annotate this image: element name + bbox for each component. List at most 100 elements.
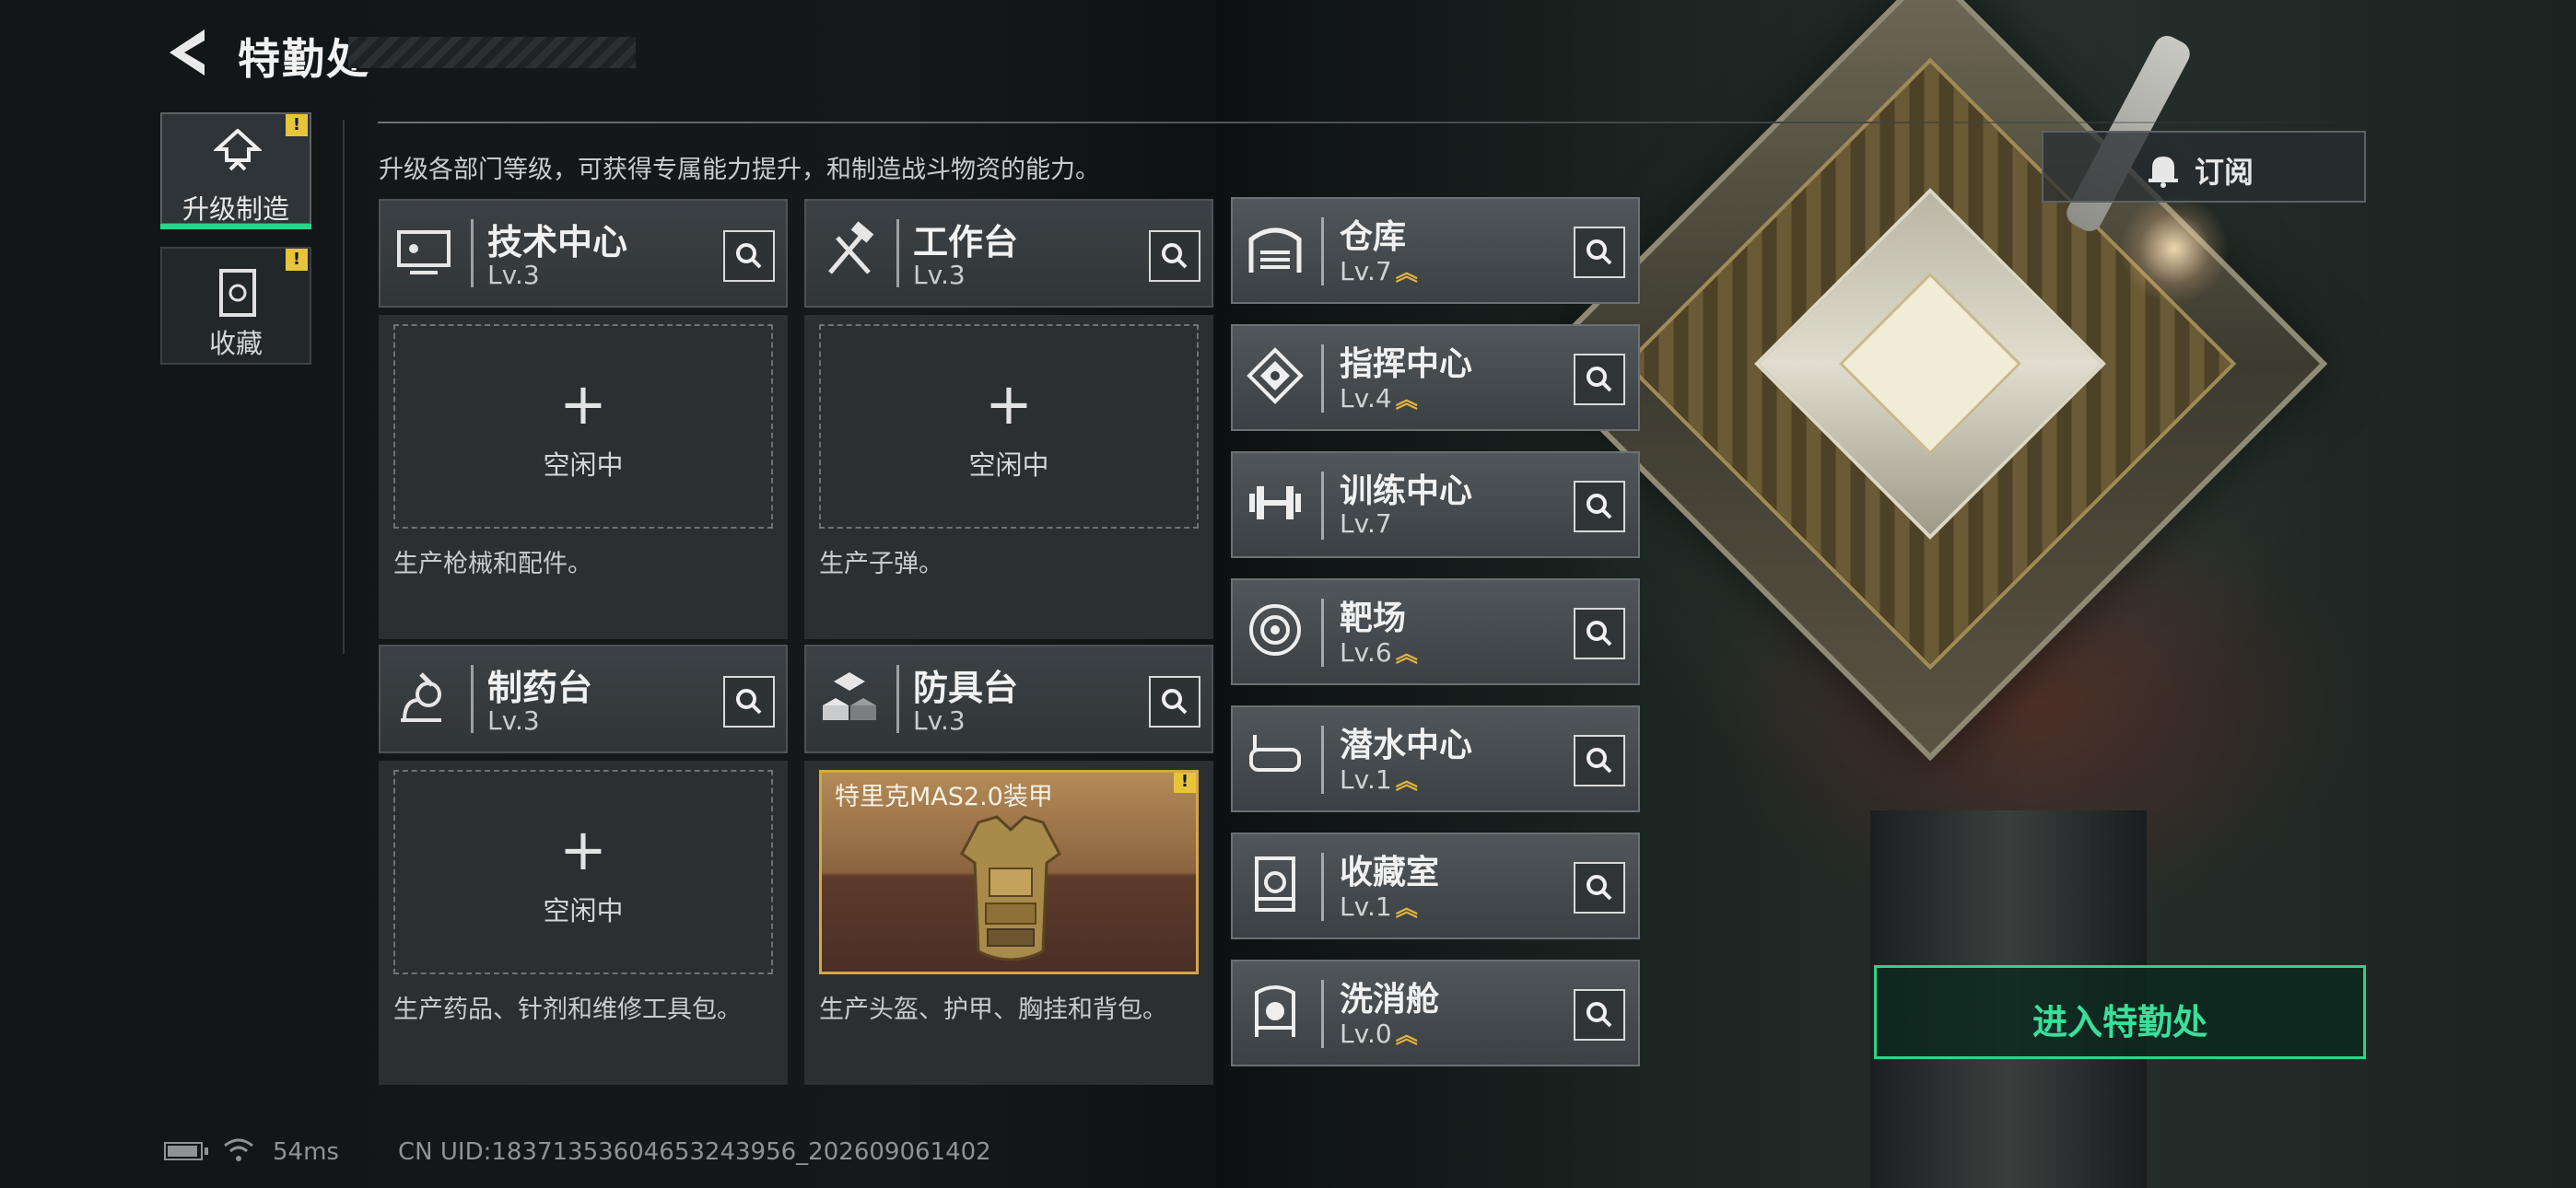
- diving-mask-icon: [1249, 735, 1301, 772]
- inspect-button[interactable]: [723, 230, 775, 282]
- search-icon: [1162, 689, 1188, 715]
- search-icon: [736, 243, 762, 269]
- tab-collection-label: 收藏: [208, 328, 263, 359]
- facility-description: 生产枪械和配件。: [393, 550, 592, 578]
- user-uid: CN UID:18371353604653243956_202609061402: [398, 1138, 991, 1166]
- facility-level: Lv.3: [487, 260, 540, 290]
- card-header[interactable]: 技术中心 Lv.3: [379, 199, 788, 308]
- active-tab-indicator: [160, 224, 311, 229]
- inspect-button[interactable]: [1574, 354, 1625, 405]
- facility-name: 指挥中心: [1340, 345, 1473, 383]
- monitor-icon: [397, 230, 451, 274]
- facility-command-center[interactable]: 指挥中心 Lv.4 ︽: [1231, 324, 1640, 431]
- tab-collection[interactable]: 收藏 !: [160, 247, 311, 365]
- facility-level-row: Lv.1 ︽: [1340, 890, 1418, 922]
- facility-name: 工作台: [913, 222, 1019, 262]
- decontamination-booth-icon: [1255, 985, 1295, 1037]
- enter-special-ops-label: 进入特勤处: [2032, 1002, 2207, 1042]
- card-header[interactable]: 工作台 Lv.3: [804, 199, 1213, 308]
- tab-upgrade-craft-label: 升级制造: [181, 193, 289, 225]
- collection-cabinet-icon: [219, 269, 256, 317]
- inspect-button[interactable]: [723, 676, 775, 728]
- search-icon: [1162, 243, 1188, 269]
- facility-level: Lv.1: [1340, 764, 1392, 795]
- separator: [896, 665, 899, 733]
- notice-badge: !: [1174, 773, 1196, 793]
- inspect-button[interactable]: [1574, 608, 1625, 659]
- facility-level: Lv.6: [1340, 637, 1392, 668]
- search-icon: [1587, 621, 1612, 646]
- facility-training-center[interactable]: 训练中心 Lv.7: [1231, 451, 1640, 558]
- inspect-button[interactable]: [1574, 227, 1625, 278]
- upgrade-icon: [214, 129, 262, 171]
- inspect-button[interactable]: [1574, 862, 1625, 914]
- search-icon: [1587, 367, 1612, 392]
- inspect-button[interactable]: [1574, 989, 1625, 1041]
- separator: [896, 219, 899, 287]
- target-icon: [1249, 604, 1301, 656]
- inspect-button[interactable]: [1574, 481, 1625, 532]
- facility-shooting-range[interactable]: 靶场 Lv.6 ︽: [1231, 578, 1640, 685]
- facility-level-row: Lv.0 ︽: [1340, 1017, 1418, 1049]
- notice-badge: !: [286, 114, 308, 136]
- microscope-icon: [401, 672, 441, 722]
- facility-level: Lv.7: [1340, 256, 1392, 286]
- dumbbell-icon: [1249, 486, 1301, 519]
- subscribe-label: 订阅: [2195, 155, 2254, 190]
- enter-special-ops-button[interactable]: 进入特勤处: [1874, 965, 2366, 1059]
- add-icon: +: [985, 370, 1033, 437]
- slot-status: 空闲中: [543, 895, 624, 926]
- facility-name: 洗消舱: [1340, 981, 1440, 1019]
- back-arrow-icon[interactable]: [164, 28, 210, 77]
- production-slot-empty[interactable]: + 空闲中: [393, 770, 773, 974]
- production-slot-empty[interactable]: + 空闲中: [393, 324, 773, 529]
- facility-level: Lv.3: [487, 705, 540, 736]
- search-icon: [1587, 875, 1612, 901]
- card-header[interactable]: 制药台 Lv.3: [379, 645, 788, 753]
- inspect-button[interactable]: [1574, 735, 1625, 786]
- separator: [1321, 599, 1324, 667]
- card-header[interactable]: 防具台 Lv.3: [804, 645, 1213, 753]
- facility-level: Lv.3: [913, 260, 966, 290]
- production-slot-empty[interactable]: + 空闲中: [819, 324, 1199, 529]
- hammer-wrench-icon: [828, 221, 874, 274]
- facility-diving-center[interactable]: 潜水中心 Lv.1 ︽: [1231, 705, 1640, 812]
- upgrade-available-icon: ︽: [1395, 895, 1418, 921]
- bell-icon: [2149, 157, 2178, 188]
- card-body: + 空闲中 生产药品、针剂和维修工具包。: [379, 761, 788, 1085]
- search-icon: [736, 689, 762, 715]
- separator: [471, 219, 474, 287]
- facility-name: 训练中心: [1340, 472, 1473, 510]
- separator: [471, 665, 474, 733]
- facility-name: 技术中心: [487, 222, 628, 262]
- wifi-icon: [224, 1138, 253, 1161]
- separator: [1321, 472, 1324, 540]
- card-body: + 空闲中 生产枪械和配件。: [379, 315, 788, 639]
- tab-upgrade-craft[interactable]: 升级制造 !: [160, 112, 311, 225]
- upgrade-available-icon: ︽: [1395, 260, 1418, 285]
- facility-name: 靶场: [1340, 600, 1407, 637]
- facility-name: 收藏室: [1340, 854, 1440, 891]
- facility-decontamination-cabin[interactable]: 洗消舱 Lv.0 ︽: [1231, 960, 1640, 1066]
- facility-description: 生产头盔、护甲、胸挂和背包。: [819, 996, 1167, 1024]
- search-icon: [1587, 1002, 1612, 1028]
- search-icon: [1587, 239, 1612, 265]
- upgrade-available-icon: ︽: [1395, 641, 1418, 667]
- separator: [1321, 853, 1324, 921]
- facility-level-row: Lv.7 ︽: [1340, 254, 1418, 286]
- battery-icon: [164, 1142, 203, 1160]
- subscribe-button[interactable]: 订阅: [2042, 131, 2366, 203]
- header-divider: [378, 122, 2368, 123]
- item-name: 特里克MAS2.0装甲: [835, 783, 1053, 811]
- facility-collection-room[interactable]: 收藏室 Lv.1 ︽: [1231, 833, 1640, 939]
- inspect-button[interactable]: [1149, 676, 1200, 728]
- facility-name: 防具台: [913, 668, 1019, 708]
- facility-level: Lv.3: [913, 705, 966, 736]
- slot-status: 空闲中: [543, 449, 624, 481]
- facility-warehouse[interactable]: 仓库 Lv.7 ︽: [1231, 197, 1640, 304]
- facility-name: 仓库: [1340, 218, 1407, 256]
- card-body: + 空闲中 生产子弹。: [804, 315, 1213, 639]
- production-slot-armor[interactable]: 特里克MAS2.0装甲 !: [819, 770, 1199, 974]
- inspect-button[interactable]: [1149, 230, 1200, 282]
- battery-tip: [205, 1147, 208, 1155]
